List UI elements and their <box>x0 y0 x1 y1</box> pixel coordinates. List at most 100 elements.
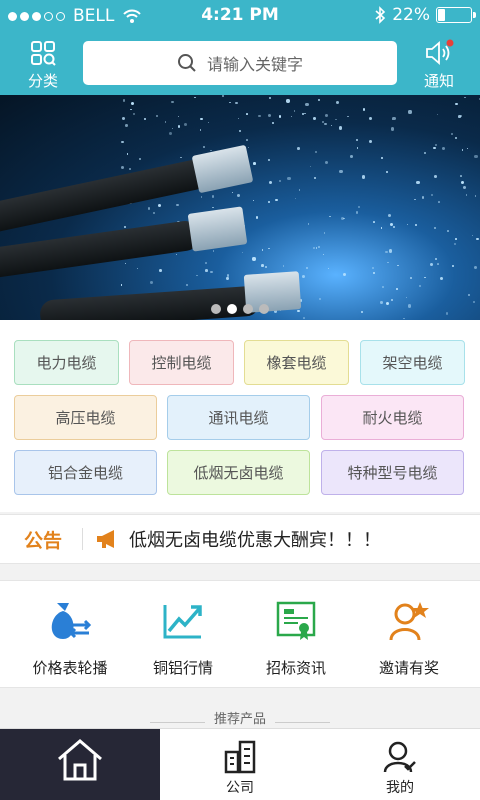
quick-link-price-list[interactable]: 价格表轮播 <box>10 599 130 678</box>
fiber-light <box>460 175 462 177</box>
fiber-light <box>446 229 449 232</box>
fiber-light <box>423 151 427 155</box>
category-tag[interactable]: 橡套电缆 <box>244 340 349 385</box>
fiber-light <box>429 263 434 267</box>
fiber-light <box>212 250 215 252</box>
category-label: 分类 <box>27 72 58 90</box>
category-tag[interactable]: 电力电缆 <box>14 340 119 385</box>
category-tag[interactable]: 耐火电缆 <box>321 395 464 440</box>
fiber-light <box>315 151 318 154</box>
fiber-light <box>468 294 471 297</box>
quick-link-label: 铜铝行情 <box>152 659 213 677</box>
fiber-light <box>246 112 248 115</box>
fiber-light <box>441 146 446 150</box>
fiber-light <box>253 162 256 165</box>
carousel-pager[interactable] <box>0 304 480 314</box>
quick-link-tender-news[interactable]: 招标资讯 <box>236 599 356 678</box>
fiber-light <box>362 108 366 112</box>
fiber-light <box>144 118 147 121</box>
fiber-light <box>124 262 126 265</box>
fiber-light <box>312 247 315 250</box>
category-tag[interactable]: 高压电缆 <box>14 395 157 440</box>
fiber-light <box>211 195 215 198</box>
fiber-light <box>268 248 270 250</box>
carousel-dot[interactable] <box>259 304 269 314</box>
tab-mine[interactable]: 我的 <box>320 729 480 800</box>
fiber-light <box>319 297 322 300</box>
fiber-light <box>126 153 129 156</box>
fiber-light <box>336 101 340 105</box>
fiber-light <box>346 115 349 118</box>
category-tag[interactable]: 控制电缆 <box>129 340 234 385</box>
notice-divider <box>82 528 84 550</box>
tab-company[interactable]: 公司 <box>160 729 320 800</box>
fiber-light <box>474 195 477 197</box>
fiber-light <box>252 200 254 202</box>
fiber-light <box>474 266 478 270</box>
notify-button[interactable]: 通知 <box>404 38 474 90</box>
fiber-light <box>437 113 439 115</box>
notice-bar[interactable]: 公告 低烟无卤电缆优惠大酬宾！！！ <box>0 514 480 564</box>
category-button[interactable]: 分类 <box>8 38 78 90</box>
fiber-light <box>461 149 464 151</box>
fiber-light <box>452 264 454 267</box>
carousel-dot[interactable] <box>227 304 237 314</box>
fiber-light <box>297 146 300 150</box>
carousel-dot[interactable] <box>211 304 221 314</box>
fiber-light <box>121 140 124 144</box>
tab-label: 我的 <box>386 780 414 796</box>
fiber-light <box>295 198 297 200</box>
fiber-light <box>200 117 203 121</box>
fiber-light <box>373 272 376 275</box>
fiber-light <box>149 280 154 285</box>
fiber-light <box>327 268 329 270</box>
fiber-light <box>136 267 139 270</box>
fiber-light <box>355 138 359 142</box>
fiber-light <box>458 115 461 118</box>
bottom-tab-bar: 公司 我的 <box>0 728 480 800</box>
fiber-light <box>171 128 173 130</box>
carousel-dot[interactable] <box>243 304 253 314</box>
category-tag[interactable]: 低烟无卤电缆 <box>167 450 310 495</box>
fiber-light <box>357 205 361 208</box>
search-input[interactable]: 请输入关键字 <box>83 41 397 85</box>
fiber-light <box>138 157 141 161</box>
quick-link-label: 价格表轮播 <box>32 659 108 677</box>
category-tag[interactable]: 铝合金电缆 <box>14 450 157 495</box>
fiber-light <box>129 108 132 111</box>
fiber-light <box>335 118 337 121</box>
fiber-light <box>361 175 366 179</box>
category-tag[interactable]: 架空电缆 <box>360 340 465 385</box>
quick-link-copper-price[interactable]: 铜铝行情 <box>123 599 243 678</box>
fiber-light <box>388 249 393 253</box>
fiber-light <box>421 196 424 199</box>
fiber-light <box>431 194 434 197</box>
fiber-light <box>169 132 173 135</box>
fiber-light <box>390 298 394 302</box>
status-bar: BELL 4:21 PM 22% <box>0 0 480 32</box>
category-tag[interactable]: 特种型号电缆 <box>321 450 464 495</box>
quick-link-invite-reward[interactable]: 邀请有奖 <box>349 599 469 678</box>
fiber-light <box>451 132 454 135</box>
fiber-light <box>269 181 273 185</box>
banner-carousel[interactable] <box>0 95 480 320</box>
tab-home[interactable] <box>0 729 160 800</box>
notify-label: 通知 <box>423 72 454 90</box>
network-cable-image <box>0 219 201 281</box>
fiber-light <box>433 146 436 150</box>
fiber-light <box>255 216 258 219</box>
fiber-light <box>313 177 316 180</box>
fiber-light <box>258 114 261 118</box>
fiber-light <box>177 125 181 128</box>
fiber-light <box>381 156 384 159</box>
fiber-light <box>350 155 353 159</box>
fiber-light <box>436 263 439 265</box>
building-icon <box>224 740 256 774</box>
fiber-light <box>269 96 272 100</box>
search-icon <box>177 54 196 72</box>
notice-label: 公告 <box>24 529 63 552</box>
fiber-light <box>382 286 384 288</box>
fiber-light <box>330 124 333 127</box>
fiber-light <box>474 154 478 158</box>
category-tag[interactable]: 通讯电缆 <box>167 395 310 440</box>
